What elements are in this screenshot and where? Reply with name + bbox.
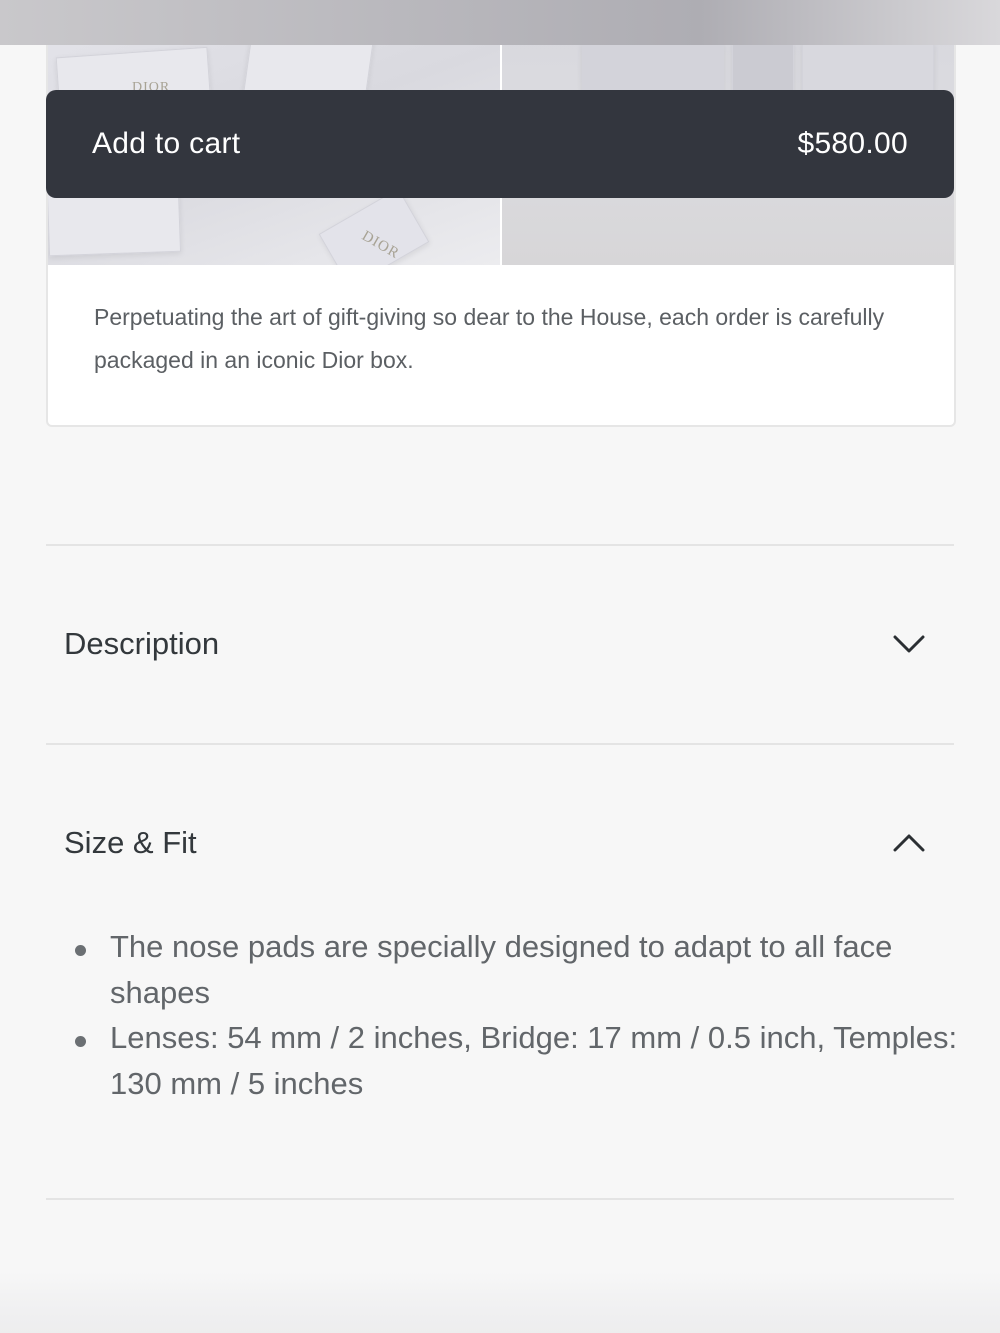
- divider: [46, 544, 954, 546]
- add-to-cart-label: Add to cart: [92, 127, 241, 160]
- list-item: The nose pads are specially designed to …: [75, 924, 990, 1015]
- gift-box-shape: [318, 188, 430, 265]
- product-page: DIOR DIOR Perpetuating the art of gift-g…: [0, 0, 1000, 1333]
- accordion-description-title: Description: [64, 626, 220, 661]
- accordion-size-fit-title: Size & Fit: [64, 825, 197, 860]
- add-to-cart-button[interactable]: Add to cart $580.00: [46, 90, 954, 198]
- chevron-up-icon[interactable]: [892, 826, 926, 860]
- chevron-down-icon[interactable]: [892, 627, 926, 661]
- bottom-fade-overlay: [0, 1272, 1000, 1333]
- gift-box-shape: [48, 189, 182, 257]
- divider: [46, 743, 954, 745]
- accordion-size-fit-header[interactable]: Size & Fit: [46, 803, 954, 883]
- list-item: Lenses: 54 mm / 2 inches, Bridge: 17 mm …: [75, 1015, 990, 1106]
- size-fit-list: The nose pads are specially designed to …: [64, 924, 990, 1106]
- accordion-description-header[interactable]: Description: [46, 604, 954, 684]
- divider: [46, 1198, 954, 1200]
- gift-packaging-text: Perpetuating the art of gift-giving so d…: [94, 304, 885, 373]
- status-bar: [0, 0, 1000, 45]
- product-price: $580.00: [797, 127, 908, 160]
